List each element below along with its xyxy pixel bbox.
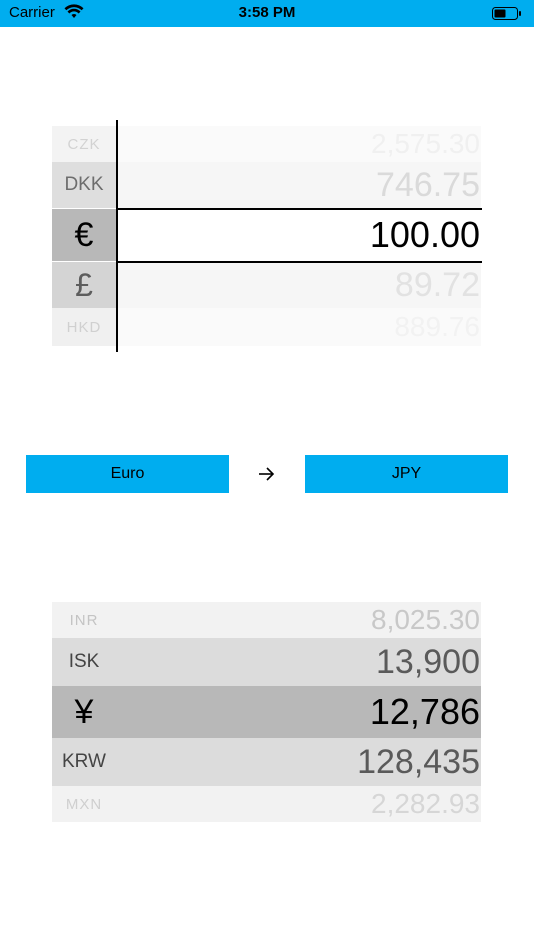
picker-row-selected[interactable]: ¥ 12,786	[52, 686, 481, 738]
currency-code: ¥	[74, 692, 94, 731]
currency-value: 128,435	[357, 742, 480, 781]
selection-line-bottom	[116, 261, 482, 263]
currency-value: 12,786	[369, 691, 480, 732]
selection-line-top	[116, 208, 482, 210]
currency-code: KRW	[62, 751, 106, 772]
picker-row[interactable]: KRW 128,435	[52, 738, 481, 786]
currency-value: 889.76	[394, 311, 480, 342]
currency-value: 89.72	[394, 265, 480, 304]
currency-code: MXN	[65, 795, 103, 813]
currency-value: 8,025.30	[371, 604, 480, 635]
currency-value: 2,282.93	[371, 788, 480, 819]
currency-code: £	[52, 262, 116, 308]
status-bar: Carrier 3:58 PM	[0, 0, 534, 27]
currency-code: INR	[69, 611, 99, 629]
to-currency-picker[interactable]: INR 8,025.30 ISK 13,900 ¥ 12,786 KRW 128…	[52, 602, 481, 822]
picker-row[interactable]: MXN 2,282.93	[52, 786, 481, 822]
arrow-right-icon	[259, 467, 275, 481]
picker-row[interactable]: INR 8,025.30	[52, 602, 481, 638]
currency-value: 746.75	[376, 165, 480, 204]
currency-code: DKK	[52, 162, 116, 208]
picker-row[interactable]: ISK 13,900	[52, 638, 481, 686]
battery-icon	[492, 7, 521, 20]
from-currency-button[interactable]: Euro	[26, 455, 229, 493]
to-currency-button[interactable]: JPY	[305, 455, 508, 493]
currency-value: 2,575.30	[371, 128, 480, 159]
status-time: 3:58 PM	[238, 4, 296, 21]
currency-code: ISK	[68, 651, 100, 672]
picker-divider	[116, 120, 118, 352]
currency-code: CZK	[52, 126, 116, 162]
currency-code: €	[52, 209, 116, 261]
currency-code: HKD	[52, 308, 116, 346]
currency-value: 13,900	[376, 642, 480, 681]
currency-value: 100.00	[369, 214, 480, 255]
